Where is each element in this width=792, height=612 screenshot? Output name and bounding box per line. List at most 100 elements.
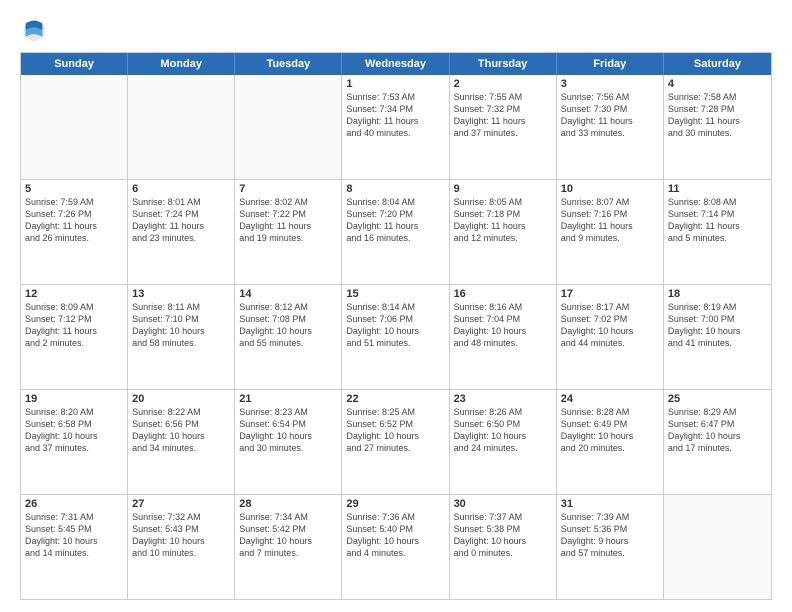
day-number: 12 bbox=[25, 288, 123, 300]
day-info: Sunrise: 8:12 AM Sunset: 7:08 PM Dayligh… bbox=[239, 301, 337, 350]
weekday-header-wednesday: Wednesday bbox=[342, 53, 449, 75]
calendar-cell-25: 25Sunrise: 8:29 AM Sunset: 6:47 PM Dayli… bbox=[664, 390, 771, 494]
weekday-header-saturday: Saturday bbox=[664, 53, 771, 75]
calendar-cell-7: 7Sunrise: 8:02 AM Sunset: 7:22 PM Daylig… bbox=[235, 180, 342, 284]
calendar-cell-empty-0-0 bbox=[21, 75, 128, 179]
weekday-header-friday: Friday bbox=[557, 53, 664, 75]
calendar-cell-26: 26Sunrise: 7:31 AM Sunset: 5:45 PM Dayli… bbox=[21, 495, 128, 599]
calendar-cell-27: 27Sunrise: 7:32 AM Sunset: 5:43 PM Dayli… bbox=[128, 495, 235, 599]
calendar-cell-31: 31Sunrise: 7:39 AM Sunset: 5:36 PM Dayli… bbox=[557, 495, 664, 599]
day-number: 21 bbox=[239, 393, 337, 405]
day-info: Sunrise: 7:36 AM Sunset: 5:40 PM Dayligh… bbox=[346, 511, 444, 560]
calendar-cell-29: 29Sunrise: 7:36 AM Sunset: 5:40 PM Dayli… bbox=[342, 495, 449, 599]
day-info: Sunrise: 7:56 AM Sunset: 7:30 PM Dayligh… bbox=[561, 91, 659, 140]
day-number: 27 bbox=[132, 498, 230, 510]
day-info: Sunrise: 8:08 AM Sunset: 7:14 PM Dayligh… bbox=[668, 196, 767, 245]
calendar-row-4: 26Sunrise: 7:31 AM Sunset: 5:45 PM Dayli… bbox=[21, 494, 771, 599]
calendar-cell-12: 12Sunrise: 8:09 AM Sunset: 7:12 PM Dayli… bbox=[21, 285, 128, 389]
logo bbox=[20, 16, 52, 44]
day-number: 17 bbox=[561, 288, 659, 300]
calendar-cell-6: 6Sunrise: 8:01 AM Sunset: 7:24 PM Daylig… bbox=[128, 180, 235, 284]
day-info: Sunrise: 8:01 AM Sunset: 7:24 PM Dayligh… bbox=[132, 196, 230, 245]
day-info: Sunrise: 8:26 AM Sunset: 6:50 PM Dayligh… bbox=[454, 406, 552, 455]
day-info: Sunrise: 8:28 AM Sunset: 6:49 PM Dayligh… bbox=[561, 406, 659, 455]
day-info: Sunrise: 8:22 AM Sunset: 6:56 PM Dayligh… bbox=[132, 406, 230, 455]
day-number: 2 bbox=[454, 78, 552, 90]
day-number: 25 bbox=[668, 393, 767, 405]
day-info: Sunrise: 8:07 AM Sunset: 7:16 PM Dayligh… bbox=[561, 196, 659, 245]
calendar-cell-3: 3Sunrise: 7:56 AM Sunset: 7:30 PM Daylig… bbox=[557, 75, 664, 179]
day-number: 5 bbox=[25, 183, 123, 195]
calendar-cell-20: 20Sunrise: 8:22 AM Sunset: 6:56 PM Dayli… bbox=[128, 390, 235, 494]
day-info: Sunrise: 7:34 AM Sunset: 5:42 PM Dayligh… bbox=[239, 511, 337, 560]
calendar-body: 1Sunrise: 7:53 AM Sunset: 7:34 PM Daylig… bbox=[21, 75, 771, 599]
day-number: 3 bbox=[561, 78, 659, 90]
calendar-cell-9: 9Sunrise: 8:05 AM Sunset: 7:18 PM Daylig… bbox=[450, 180, 557, 284]
calendar-row-2: 12Sunrise: 8:09 AM Sunset: 7:12 PM Dayli… bbox=[21, 284, 771, 389]
day-number: 10 bbox=[561, 183, 659, 195]
day-info: Sunrise: 7:32 AM Sunset: 5:43 PM Dayligh… bbox=[132, 511, 230, 560]
day-info: Sunrise: 8:19 AM Sunset: 7:00 PM Dayligh… bbox=[668, 301, 767, 350]
day-number: 29 bbox=[346, 498, 444, 510]
calendar-cell-2: 2Sunrise: 7:55 AM Sunset: 7:32 PM Daylig… bbox=[450, 75, 557, 179]
day-number: 6 bbox=[132, 183, 230, 195]
day-info: Sunrise: 7:55 AM Sunset: 7:32 PM Dayligh… bbox=[454, 91, 552, 140]
calendar-cell-15: 15Sunrise: 8:14 AM Sunset: 7:06 PM Dayli… bbox=[342, 285, 449, 389]
calendar-row-3: 19Sunrise: 8:20 AM Sunset: 6:58 PM Dayli… bbox=[21, 389, 771, 494]
weekday-header-monday: Monday bbox=[128, 53, 235, 75]
page: SundayMondayTuesdayWednesdayThursdayFrid… bbox=[0, 0, 792, 612]
header bbox=[20, 16, 772, 44]
day-info: Sunrise: 8:04 AM Sunset: 7:20 PM Dayligh… bbox=[346, 196, 444, 245]
day-number: 9 bbox=[454, 183, 552, 195]
calendar-cell-5: 5Sunrise: 7:59 AM Sunset: 7:26 PM Daylig… bbox=[21, 180, 128, 284]
day-number: 8 bbox=[346, 183, 444, 195]
weekday-header-sunday: Sunday bbox=[21, 53, 128, 75]
day-info: Sunrise: 8:29 AM Sunset: 6:47 PM Dayligh… bbox=[668, 406, 767, 455]
calendar-cell-16: 16Sunrise: 8:16 AM Sunset: 7:04 PM Dayli… bbox=[450, 285, 557, 389]
day-number: 7 bbox=[239, 183, 337, 195]
day-info: Sunrise: 8:17 AM Sunset: 7:02 PM Dayligh… bbox=[561, 301, 659, 350]
calendar-cell-empty-0-2 bbox=[235, 75, 342, 179]
day-info: Sunrise: 7:31 AM Sunset: 5:45 PM Dayligh… bbox=[25, 511, 123, 560]
day-info: Sunrise: 7:39 AM Sunset: 5:36 PM Dayligh… bbox=[561, 511, 659, 560]
weekday-header-tuesday: Tuesday bbox=[235, 53, 342, 75]
day-info: Sunrise: 8:11 AM Sunset: 7:10 PM Dayligh… bbox=[132, 301, 230, 350]
day-number: 11 bbox=[668, 183, 767, 195]
day-number: 23 bbox=[454, 393, 552, 405]
calendar-cell-18: 18Sunrise: 8:19 AM Sunset: 7:00 PM Dayli… bbox=[664, 285, 771, 389]
day-number: 31 bbox=[561, 498, 659, 510]
day-number: 16 bbox=[454, 288, 552, 300]
day-info: Sunrise: 8:16 AM Sunset: 7:04 PM Dayligh… bbox=[454, 301, 552, 350]
day-number: 14 bbox=[239, 288, 337, 300]
calendar-cell-empty-0-1 bbox=[128, 75, 235, 179]
calendar-cell-empty-4-6 bbox=[664, 495, 771, 599]
day-number: 20 bbox=[132, 393, 230, 405]
day-number: 18 bbox=[668, 288, 767, 300]
calendar-cell-23: 23Sunrise: 8:26 AM Sunset: 6:50 PM Dayli… bbox=[450, 390, 557, 494]
weekday-header-thursday: Thursday bbox=[450, 53, 557, 75]
day-info: Sunrise: 8:23 AM Sunset: 6:54 PM Dayligh… bbox=[239, 406, 337, 455]
day-number: 22 bbox=[346, 393, 444, 405]
day-info: Sunrise: 7:58 AM Sunset: 7:28 PM Dayligh… bbox=[668, 91, 767, 140]
calendar-cell-28: 28Sunrise: 7:34 AM Sunset: 5:42 PM Dayli… bbox=[235, 495, 342, 599]
day-info: Sunrise: 8:02 AM Sunset: 7:22 PM Dayligh… bbox=[239, 196, 337, 245]
day-info: Sunrise: 7:59 AM Sunset: 7:26 PM Dayligh… bbox=[25, 196, 123, 245]
day-number: 26 bbox=[25, 498, 123, 510]
day-number: 13 bbox=[132, 288, 230, 300]
day-info: Sunrise: 8:09 AM Sunset: 7:12 PM Dayligh… bbox=[25, 301, 123, 350]
calendar-cell-30: 30Sunrise: 7:37 AM Sunset: 5:38 PM Dayli… bbox=[450, 495, 557, 599]
day-info: Sunrise: 8:20 AM Sunset: 6:58 PM Dayligh… bbox=[25, 406, 123, 455]
day-number: 4 bbox=[668, 78, 767, 90]
day-info: Sunrise: 8:05 AM Sunset: 7:18 PM Dayligh… bbox=[454, 196, 552, 245]
day-number: 24 bbox=[561, 393, 659, 405]
calendar-cell-14: 14Sunrise: 8:12 AM Sunset: 7:08 PM Dayli… bbox=[235, 285, 342, 389]
calendar-row-1: 5Sunrise: 7:59 AM Sunset: 7:26 PM Daylig… bbox=[21, 179, 771, 284]
calendar: SundayMondayTuesdayWednesdayThursdayFrid… bbox=[20, 52, 772, 600]
calendar-cell-13: 13Sunrise: 8:11 AM Sunset: 7:10 PM Dayli… bbox=[128, 285, 235, 389]
calendar-cell-19: 19Sunrise: 8:20 AM Sunset: 6:58 PM Dayli… bbox=[21, 390, 128, 494]
calendar-cell-8: 8Sunrise: 8:04 AM Sunset: 7:20 PM Daylig… bbox=[342, 180, 449, 284]
calendar-cell-24: 24Sunrise: 8:28 AM Sunset: 6:49 PM Dayli… bbox=[557, 390, 664, 494]
calendar-cell-4: 4Sunrise: 7:58 AM Sunset: 7:28 PM Daylig… bbox=[664, 75, 771, 179]
day-info: Sunrise: 8:14 AM Sunset: 7:06 PM Dayligh… bbox=[346, 301, 444, 350]
calendar-header: SundayMondayTuesdayWednesdayThursdayFrid… bbox=[21, 53, 771, 75]
